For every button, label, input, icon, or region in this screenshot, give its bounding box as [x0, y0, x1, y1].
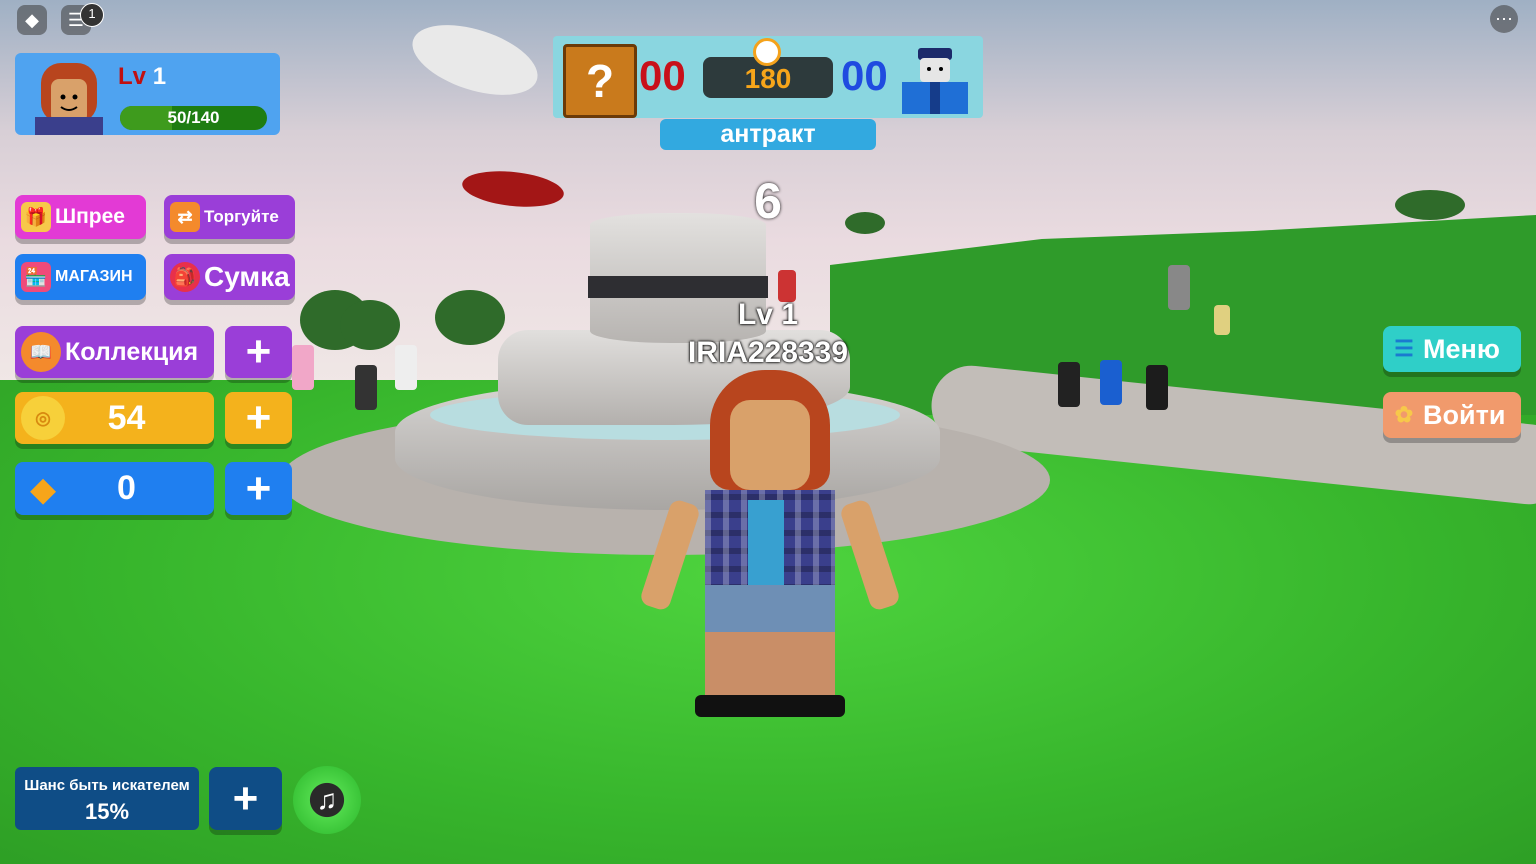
trade-button[interactable]: ⇄ Торгуйте [164, 195, 295, 239]
player-avatar [638, 370, 902, 720]
round-status: антракт [660, 119, 876, 150]
coins-plus-button[interactable]: + [225, 392, 292, 444]
tree [340, 300, 400, 350]
menu-label: Меню [1423, 333, 1500, 364]
other-player[interactable] [395, 345, 417, 390]
tree [1395, 190, 1465, 220]
collection-label: Коллекция [65, 337, 199, 366]
store-icon: 🏪 [21, 262, 51, 292]
player-username-tag: IRIA228339 [687, 336, 849, 369]
match-panel: ? 00 180 00 [553, 36, 983, 118]
hiders-score: 00 [639, 52, 686, 99]
shop-button[interactable]: 🏪 МАГАЗИН [15, 254, 146, 300]
spree-label: Шпрее [55, 205, 125, 228]
other-player[interactable] [292, 345, 314, 390]
menu-button[interactable]: ☰ Меню [1383, 326, 1521, 372]
music-boombox-icon[interactable]: ♫ [293, 766, 361, 834]
tree [435, 290, 505, 345]
login-label: Войти [1423, 399, 1506, 430]
other-player[interactable] [1214, 305, 1230, 335]
seeker-chance-plus-button[interactable]: + [209, 767, 282, 830]
gems-display: ◆ 0 [15, 462, 214, 515]
trade-label: Торгуйте [204, 207, 279, 226]
other-player[interactable] [1168, 265, 1190, 310]
gem-icon: ◆ [30, 470, 56, 507]
reward-badge-icon: ✿ [1394, 402, 1414, 427]
gift-icon: 🎁 [21, 202, 51, 232]
other-player[interactable] [1146, 365, 1168, 410]
seeker-chance-label: Шанс быть искателем [24, 777, 190, 794]
collection-button[interactable]: 📖 Коллекция [15, 326, 214, 378]
other-player[interactable] [1058, 362, 1080, 407]
shop-label: МАГАЗИН [55, 268, 133, 285]
seeker-chance-value: 15% [84, 799, 130, 824]
mystery-crate-icon: ? [563, 44, 637, 118]
clock-icon [753, 38, 781, 66]
login-rewards-button[interactable]: ✿ Войти [1383, 392, 1521, 438]
roblox-logo-icon[interactable]: ◆ [17, 5, 47, 35]
backpack-icon: 🎒 [170, 262, 200, 292]
countdown-number: 6 [754, 173, 782, 229]
level-label: Lv 1 [118, 63, 166, 91]
xp-text: 50/140 [167, 108, 220, 127]
police-officer-icon [902, 48, 968, 114]
seeker-chance-panel: Шанс быть искателем 15% [15, 767, 199, 830]
notification-badge: 1 [80, 3, 104, 27]
level-panel: Lv 1 50/140 [15, 53, 280, 135]
gems-plus-button[interactable]: + [225, 462, 292, 515]
coin-icon: ◎ [21, 396, 65, 440]
other-player[interactable] [355, 365, 377, 410]
book-icon: 📖 [21, 332, 61, 372]
list-icon: ☰ [1394, 336, 1414, 361]
avatar-shorts [705, 585, 835, 635]
xp-bar: 50/140 [120, 106, 267, 130]
gems-value: 0 [117, 469, 136, 507]
more-options-icon[interactable]: ⋯ [1490, 5, 1518, 33]
coins-value: 54 [107, 398, 146, 437]
trade-arrows-icon: ⇄ [170, 202, 200, 232]
collection-plus-button[interactable]: + [225, 326, 292, 378]
avatar-face [730, 400, 810, 490]
seekers-score: 00 [841, 52, 888, 99]
player-level-tag: Lv 1 [737, 298, 799, 331]
avatar-shirt [748, 500, 784, 590]
avatar-shoes [695, 695, 845, 717]
fountain-band [588, 276, 768, 298]
level-value: 1 [152, 63, 167, 90]
level-prefix: Lv [118, 63, 147, 90]
coins-display: ◎ 54 [15, 392, 214, 444]
avatar-headshot [35, 63, 103, 135]
bag-label: Сумка [204, 261, 290, 292]
tree [845, 212, 885, 234]
spree-button[interactable]: 🎁 Шпрее [15, 195, 146, 239]
bag-button[interactable]: 🎒 Сумка [164, 254, 295, 300]
other-player[interactable] [1100, 360, 1122, 405]
